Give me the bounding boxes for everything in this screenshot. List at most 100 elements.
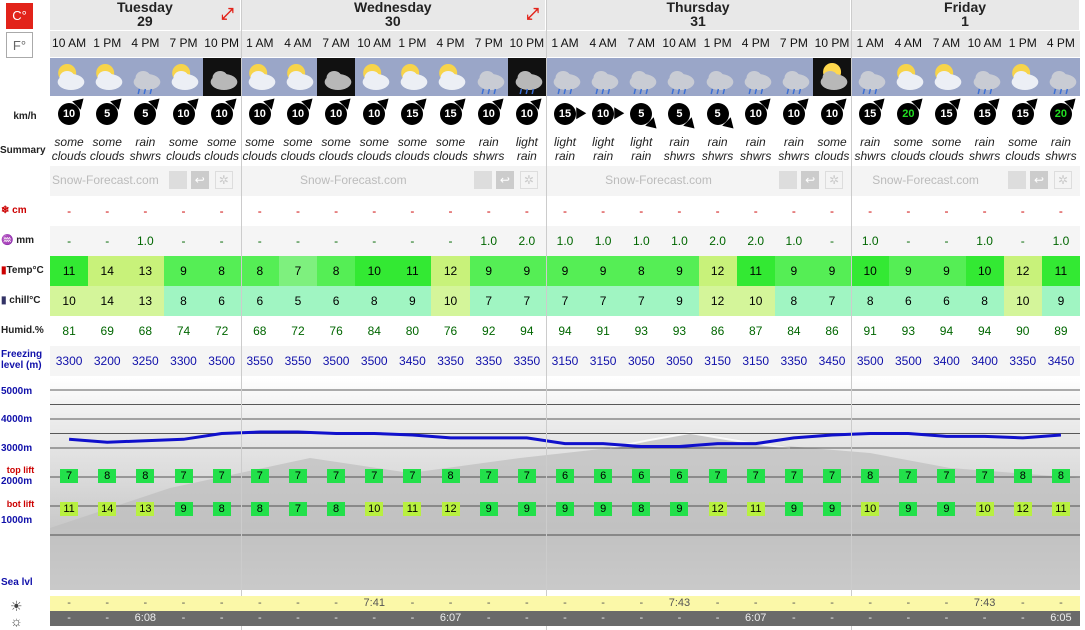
sun-cloud-icon: [355, 58, 394, 96]
bot-lift-temp: 11: [403, 502, 422, 516]
summary-line: rain: [593, 149, 614, 163]
weather-icon-svg: [400, 64, 428, 90]
wind-speed-badge: 15: [935, 103, 958, 125]
refresh-icon[interactable]: ↩: [801, 171, 820, 189]
altitude-label: 1000m: [1, 515, 33, 526]
time-label: 10 AM: [662, 36, 697, 50]
wind-speed-badge: 15: [1011, 103, 1034, 125]
settings-icon[interactable]: ✲: [825, 171, 844, 189]
rain-cloud-icon: [698, 58, 737, 96]
sunset-cell: -: [372, 612, 377, 624]
rain-cell: -: [295, 234, 300, 248]
freezing-cell: 3350: [1009, 354, 1037, 368]
summary-line: some: [893, 135, 923, 149]
rain-cell: -: [67, 234, 72, 248]
share-icon[interactable]: [168, 171, 187, 189]
wind-speed-badge: 10: [821, 103, 844, 125]
temp-cell: 9: [584, 256, 623, 286]
sunset-cell: -: [486, 612, 491, 624]
wind-speed-badge: 10: [325, 103, 348, 125]
top-lift-temp: 8: [1051, 469, 1070, 483]
rain-cell: 1.0: [976, 234, 993, 248]
humid-cell: 69: [100, 324, 114, 338]
bot-lift-temp: 11: [60, 502, 79, 516]
summary-text: some clouds: [203, 135, 241, 163]
chill-cell: 7: [812, 286, 852, 316]
top-lift-temp: 7: [174, 469, 193, 483]
settings-icon[interactable]: ✲: [519, 171, 538, 189]
bot-lift-temp: 9: [823, 502, 842, 516]
share-icon[interactable]: [1008, 171, 1026, 189]
chill-cell: 7: [622, 286, 661, 316]
time-label: 4 AM: [894, 36, 922, 50]
summary-label: Summary: [0, 145, 46, 156]
refresh-icon[interactable]: ↩: [1030, 171, 1048, 189]
time-label: 1 AM: [856, 36, 884, 50]
rain-cloud-icon: [965, 58, 1004, 96]
sun-cloud-icon: [50, 58, 89, 96]
fahrenheit-toggle[interactable]: F°: [6, 32, 33, 58]
humid-cell: 91: [596, 324, 610, 338]
rain-cell: -: [944, 234, 949, 248]
refresh-icon[interactable]: ↩: [190, 171, 209, 189]
weather-icon-svg: [744, 71, 771, 95]
summary-text: rain shwrs: [737, 135, 775, 163]
expand-icon[interactable]: ⤢: [526, 7, 539, 23]
chill-cell: 8: [851, 286, 890, 316]
summary-text: some clouds: [164, 135, 202, 163]
summary-line: rain: [745, 135, 766, 149]
summary-line: rain: [707, 135, 728, 149]
summary-line: clouds: [318, 149, 354, 163]
time-label: 4 PM: [1046, 36, 1075, 50]
refresh-icon[interactable]: ↩: [495, 171, 514, 189]
summary-line: some: [283, 135, 313, 149]
freezing-cell: 3450: [1047, 354, 1075, 368]
day-separator: [545, 0, 547, 630]
sun-cloud-icon: [889, 58, 928, 96]
rain-cell: 1.0: [632, 234, 650, 248]
summary-text: rain shwrs: [1042, 135, 1080, 163]
expand-icon[interactable]: ⤢: [221, 7, 234, 23]
freezing-cell: 3550: [284, 354, 312, 368]
settings-icon[interactable]: ✲: [214, 171, 233, 189]
sunset-cell: 6:07: [439, 612, 462, 624]
chill-label: ▮ chill°C: [1, 295, 41, 306]
rain-cloud-icon: [469, 58, 508, 96]
day-name: Tuesday: [116, 0, 173, 15]
arrow-tip: [614, 107, 625, 120]
day-name: Friday: [944, 0, 987, 15]
day-header: Wednesday 30 ⤢: [240, 0, 546, 30]
weather-icon-svg: [210, 71, 237, 90]
humid-cell: 84: [367, 324, 381, 338]
rain-cloud-icon: [584, 58, 623, 96]
snow-cell: -: [791, 204, 796, 218]
settings-icon[interactable]: ✲: [1054, 171, 1072, 189]
snow-cell: -: [105, 204, 110, 218]
day-name: Wednesday: [354, 0, 432, 15]
sunset-cell: -: [792, 612, 796, 624]
bot-lift-temp: 9: [784, 502, 803, 516]
sun-cloud-icon: [393, 58, 432, 96]
summary-line: light: [553, 135, 576, 149]
top-lift-temp: 7: [746, 469, 765, 483]
time-label: 1 PM: [398, 36, 427, 50]
share-icon[interactable]: [473, 171, 492, 189]
chill-cell: 10: [736, 286, 775, 316]
sun-cloud-icon: [1003, 58, 1042, 96]
time-label: 10 PM: [204, 36, 239, 50]
summary-text: some clouds: [355, 135, 393, 163]
temp-cell: 10: [965, 256, 1004, 286]
celsius-toggle[interactable]: C°: [6, 3, 33, 29]
bot-lift-temp: 11: [1051, 502, 1070, 516]
bot-lift-temp: 8: [632, 502, 651, 516]
temp-cell: 9: [889, 256, 928, 286]
wind-label: km/h: [13, 111, 37, 122]
snow-cell: -: [944, 204, 949, 218]
rain-cell: -: [906, 234, 911, 248]
freezing-cell: 3500: [322, 354, 350, 368]
share-icon[interactable]: [779, 171, 798, 189]
rain-cell: 1.0: [594, 234, 612, 248]
summary-line: clouds: [242, 149, 278, 163]
chill-cell: 14: [88, 286, 127, 316]
snow-cell: -: [410, 204, 415, 218]
